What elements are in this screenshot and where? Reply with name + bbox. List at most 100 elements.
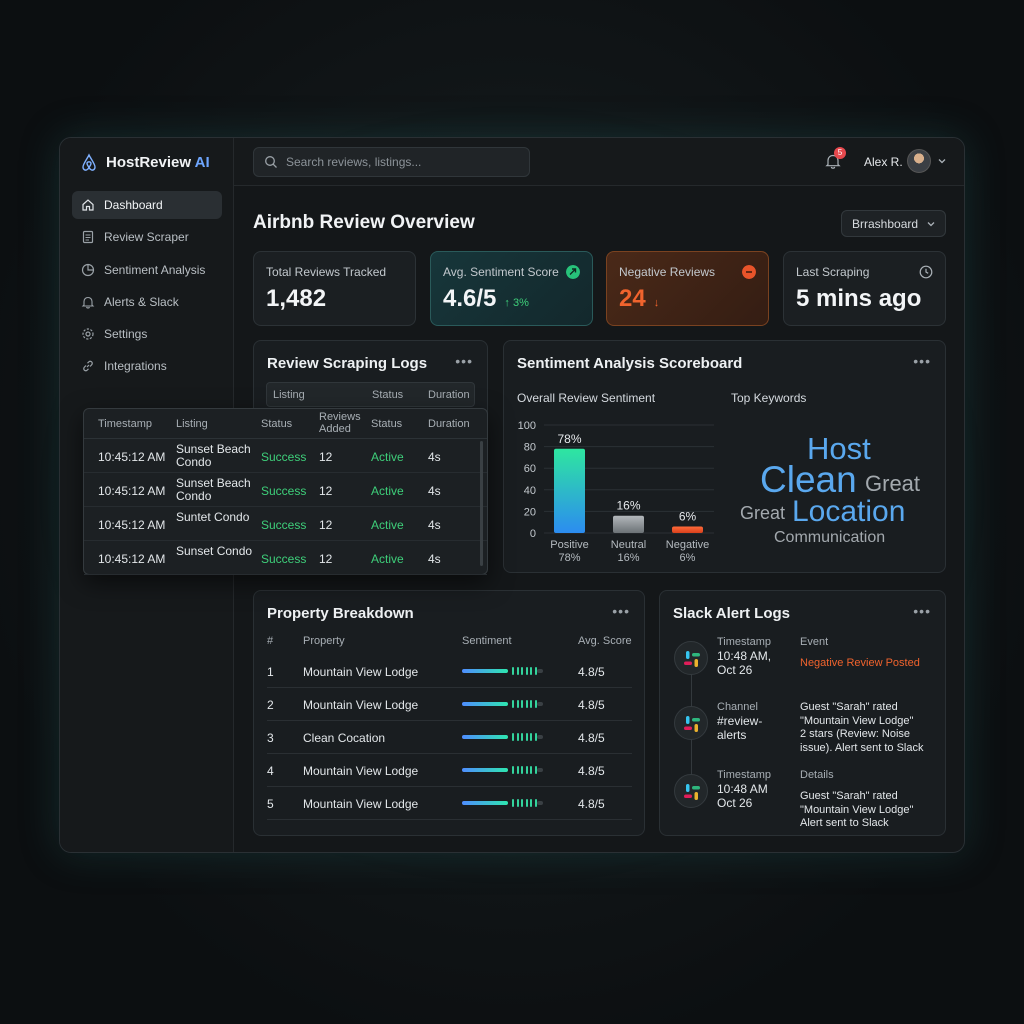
slack-alert-item[interactable]: Timestamp 10:48 AM, Oct 26 Event Negative R… <box>672 636 937 696</box>
kpi-delta: ↓ <box>653 297 660 309</box>
bar-positive[interactable] <box>554 448 585 533</box>
table-row[interactable]: 10:45:12 AM Suntet Condo Success 12 Active 4s <box>84 507 487 541</box>
scraping-logs-mini-header: Listing Status Duration <box>266 382 475 407</box>
sidebar-item-label: Alerts & Slack <box>104 294 179 309</box>
notification-badge: 5 <box>834 147 846 159</box>
state-cell: Active <box>371 552 404 566</box>
keyword: Great <box>865 471 921 496</box>
listing-cell: Sunset Beach Condo <box>176 476 251 503</box>
kpi-delta: ↑ 3% <box>504 297 529 309</box>
table-row[interactable]: 3 Clean Cocation 4.8/5 <box>267 721 632 754</box>
property-name: Clean Cocation <box>303 731 386 745</box>
user-name[interactable]: Alex R. <box>864 155 903 169</box>
kpi-value: 5 mins ago <box>796 285 922 312</box>
timestamp-cell: 10:45:12 AM <box>98 450 166 464</box>
kpi-total-reviews[interactable]: Total Reviews Tracked 1,482 <box>253 251 416 326</box>
state-cell: Active <box>371 518 404 532</box>
kpi-negative-reviews[interactable]: Negative Reviews 24 ↓ <box>606 251 769 326</box>
sidebar-item-sentiment-analysis[interactable]: Sentiment Analysis <box>72 256 222 284</box>
sentiment-bar-track-end <box>537 735 543 739</box>
clock-icon <box>919 265 933 279</box>
category-sublabel: 6% <box>680 552 696 564</box>
scraping-log-table: Timestamp Listing Status Reviews Added S… <box>83 408 488 575</box>
home-icon <box>82 199 94 211</box>
sidebar-item-alerts-slack[interactable]: Alerts & Slack <box>72 288 222 316</box>
slack-right-label: Event <box>800 636 829 648</box>
sentiment-bar-track-end <box>537 702 543 706</box>
sidebar-item-review-scraper[interactable]: Review Scraper <box>72 223 222 251</box>
kpi-last-scraping[interactable]: Last Scraping 5 mins ago <box>783 251 946 326</box>
table-row[interactable]: 4 Mountain View Lodge 4.8/5 <box>267 754 632 787</box>
sentiment-bar-track-end <box>537 801 543 805</box>
sentiment-bar-track-end <box>537 768 543 772</box>
avg-score: 4.8/5 <box>578 731 605 745</box>
dashboard-select-value: Brrashboard <box>852 216 919 231</box>
sentiment-bar <box>462 700 543 708</box>
column-header: Duration <box>428 388 470 401</box>
slack-alert-item[interactable]: Channel #review- alerts Guest "Sarah" rate… <box>672 701 937 761</box>
slack-alert-item[interactable]: Timestamp 10:48 AM Oct 26 Details Guest "Sa… <box>672 769 937 829</box>
slack-right-value: Negative Review Posted <box>800 657 920 669</box>
table-row[interactable]: 5 Mountain View Lodge 4.8/5 <box>267 787 632 820</box>
sentiment-scoreboard-panel: Sentiment Analysis Scoreboard ••• Overal… <box>503 340 946 573</box>
status-cell: Success <box>261 450 307 464</box>
status-cell: Success <box>261 552 307 566</box>
sentiment-bar-tick <box>521 799 523 807</box>
kpi-avg-sentiment[interactable]: Avg. Sentiment Score 4.6/5 ↑ 3% <box>430 251 593 326</box>
column-header: # <box>267 635 274 647</box>
more-options-icon[interactable]: ••• <box>455 353 473 369</box>
timestamp-cell: 10:45:12 AM <box>98 484 166 498</box>
sentiment-bar <box>462 667 543 675</box>
slack-left-label: Timestamp <box>717 636 771 648</box>
status-cell: Success <box>261 518 307 532</box>
slack-left-value: 10:48 AM, Oct 26 <box>717 649 772 677</box>
sentiment-bar-tick <box>521 766 523 774</box>
sentiment-bar-tick <box>512 700 514 708</box>
table-row[interactable]: 10:45:12 AM Sunset Beach Condo Success 12 Ac… <box>84 439 487 473</box>
brand[interactable]: HostReview AI <box>80 152 210 172</box>
sidebar-item-label: Dashboard <box>104 198 163 212</box>
listing-cell: Suntet Condo <box>176 510 250 524</box>
slack-logo-icon <box>674 706 708 740</box>
sentiment-bar-tick <box>512 733 514 741</box>
table-row[interactable]: 10:45:12 AM Sunset Beach Condo Success 12 Ac… <box>84 473 487 507</box>
more-options-icon[interactable]: ••• <box>612 603 630 619</box>
sentiment-bar-tick <box>516 667 519 675</box>
sentiment-bar-fill <box>462 669 508 673</box>
reviews-added-cell: 12 <box>319 450 333 464</box>
timestamp-cell: 10:45:12 AM <box>98 552 166 566</box>
minus-circle-icon <box>742 265 756 279</box>
slack-left-value: #review- alerts <box>717 714 763 742</box>
table-row[interactable]: 2 Mountain View Lodge 4.8/5 <box>267 688 632 721</box>
slack-logo-icon <box>674 641 708 675</box>
chevron-down-icon[interactable] <box>937 156 947 166</box>
sidebar-item-settings[interactable]: Settings <box>72 320 222 348</box>
bar-negative[interactable] <box>672 526 703 533</box>
sentiment-bar <box>462 766 543 774</box>
kpi-value: 24 ↓ <box>619 285 660 312</box>
brand-name: HostReview AI <box>106 153 210 171</box>
panel-title: Slack Alert Logs <box>673 605 790 622</box>
bar-neutral[interactable] <box>613 515 644 533</box>
dashboard-select[interactable]: Brrashboard <box>841 210 946 237</box>
sentiment-bar-tick <box>516 766 519 774</box>
topbar: 5 Alex R. <box>234 138 964 186</box>
more-options-icon[interactable]: ••• <box>913 353 931 369</box>
sentiment-bar-tick <box>512 667 514 675</box>
search-input[interactable] <box>286 155 516 169</box>
duration-cell: 4s <box>428 450 441 464</box>
scrollbar[interactable] <box>480 441 483 566</box>
table-row[interactable]: 10:45:12 AM Sunset Condo Success 12 Active 4s <box>84 541 487 575</box>
sentiment-bar-tick <box>516 700 519 708</box>
table-row[interactable]: 1 Mountain View Lodge 4.8/5 <box>267 655 632 688</box>
more-options-icon[interactable]: ••• <box>913 603 931 619</box>
sidebar-item-dashboard[interactable]: Dashboard <box>72 191 222 219</box>
row-number: 4 <box>267 764 274 778</box>
sidebar-item-integrations[interactable]: Integrations <box>72 352 222 380</box>
search-box[interactable] <box>253 147 530 177</box>
sidebar-item-label: Settings <box>104 327 148 342</box>
avatar[interactable] <box>907 149 931 173</box>
timestamp-cell: 10:45:12 AM <box>98 518 166 532</box>
gear-icon <box>82 328 94 340</box>
column-header: Duration <box>428 418 470 430</box>
